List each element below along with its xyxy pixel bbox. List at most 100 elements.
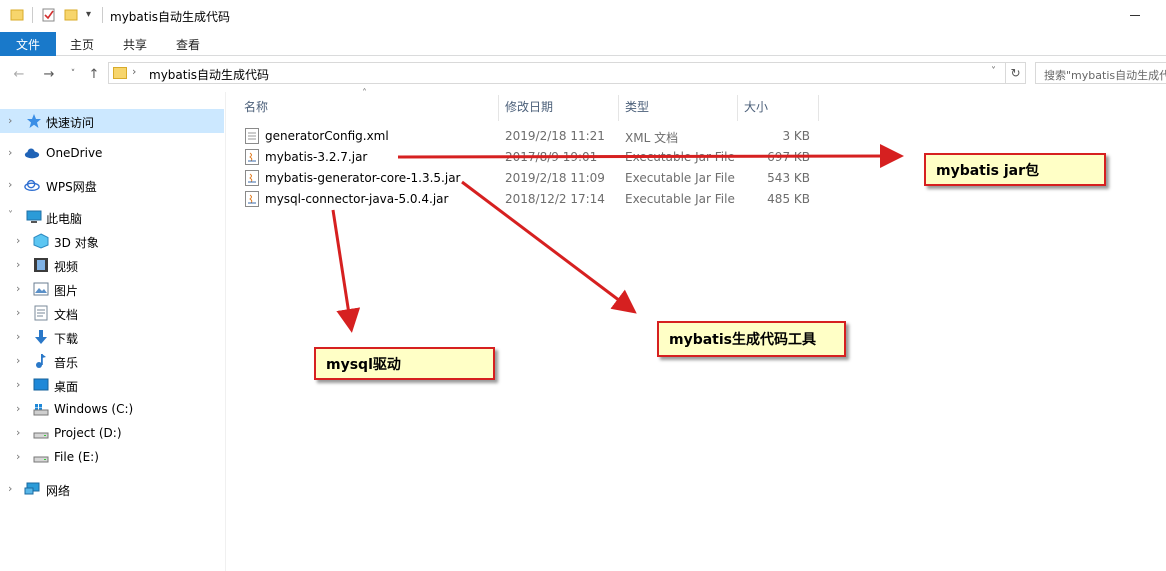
nav-item-videos[interactable]: › 视频 — [0, 253, 224, 277]
nav-item-3d-objects[interactable]: › 3D 对象 — [0, 229, 224, 253]
tab-view[interactable]: 查看 — [176, 32, 200, 56]
computer-icon — [26, 210, 42, 223]
nav-item-wps[interactable]: › WPS网盘 — [0, 173, 224, 197]
desktop-icon — [33, 378, 49, 391]
expand-chevron-icon[interactable]: › — [16, 306, 20, 319]
column-divider[interactable] — [737, 95, 738, 121]
column-header-name[interactable]: 名称 — [244, 95, 268, 117]
network-icon — [24, 482, 40, 495]
file-size: 3 KB — [782, 129, 810, 143]
expand-chevron-icon[interactable]: › — [8, 482, 12, 495]
file-size: 697 KB — [767, 150, 810, 164]
nav-item-desktop[interactable]: › 桌面 — [0, 373, 224, 397]
expand-chevron-icon[interactable]: › — [16, 258, 20, 271]
customize-toolbar-dropdown-icon[interactable]: ▾ — [86, 9, 91, 20]
windows-drive-icon — [33, 404, 49, 416]
file-modified: 2019/2/18 11:09 — [505, 171, 605, 185]
refresh-button[interactable]: ↻ — [1006, 62, 1026, 84]
minimize-button[interactable] — [1128, 8, 1142, 22]
column-divider[interactable] — [818, 95, 819, 121]
divider — [32, 7, 33, 23]
jar-file-icon — [245, 170, 259, 186]
expand-chevron-icon[interactable]: › — [16, 354, 20, 367]
column-header-modified[interactable]: 修改日期 — [505, 95, 553, 117]
cloud-icon — [24, 148, 40, 159]
drive-icon — [33, 432, 49, 439]
expand-chevron-icon[interactable]: › — [16, 426, 20, 439]
arrow-to-driver-callout — [331, 209, 361, 333]
arrow-left-icon: ← — [13, 66, 25, 82]
expand-chevron-icon[interactable]: › — [16, 234, 20, 247]
nav-item-documents[interactable]: › 文档 — [0, 301, 224, 325]
file-row[interactable]: mysql-connector-java-5.0.4.jar 2018/12/2… — [240, 189, 820, 210]
drive-icon — [33, 456, 49, 463]
star-icon — [27, 114, 41, 128]
arrow-right-icon: → — [43, 66, 55, 82]
film-icon — [34, 258, 48, 272]
navigation-pane: › 快速访问 › OneDrive › WPS网盘 ˅ 此电脑 › 3D 对象 … — [0, 92, 226, 571]
file-name: generatorConfig.xml — [265, 129, 389, 143]
back-button[interactable]: ← — [10, 65, 28, 83]
nav-item-drive-d[interactable]: › Project (D:) — [0, 421, 224, 445]
nav-item-this-pc[interactable]: ˅ 此电脑 — [0, 205, 224, 229]
tab-file[interactable]: 文件 — [0, 32, 56, 56]
minimize-icon — [1130, 15, 1140, 16]
column-header-size[interactable]: 大小 — [744, 95, 768, 117]
nav-item-music[interactable]: › 音乐 — [0, 349, 224, 373]
address-dropdown-icon[interactable]: ˅ — [991, 66, 996, 77]
file-name: mybatis-3.2.7.jar — [265, 150, 368, 164]
nav-label: 视频 — [54, 260, 79, 274]
nav-item-pictures[interactable]: › 图片 — [0, 277, 224, 301]
up-button[interactable]: ↑ — [85, 65, 103, 83]
expand-chevron-icon[interactable]: › — [8, 178, 12, 191]
title-bar: ▾ mybatis自动生成代码 — [0, 0, 1166, 32]
file-modified: 2017/8/9 19:01 — [505, 150, 598, 164]
column-header-type[interactable]: 类型 — [625, 95, 649, 117]
cube-icon — [33, 233, 49, 249]
address-row: ← → ˅ ↑ › mybatis自动生成代码 ˅ ↻ 搜索"mybatis自动… — [0, 57, 1166, 91]
expand-chevron-icon[interactable]: › — [16, 378, 20, 391]
expand-chevron-icon[interactable]: › — [16, 282, 20, 295]
expand-chevron-icon[interactable]: › — [8, 146, 12, 159]
collapse-chevron-icon[interactable]: ˅ — [8, 210, 13, 221]
nav-label: 此电脑 — [46, 212, 83, 226]
tab-home[interactable]: 主页 — [70, 32, 94, 56]
nav-item-onedrive[interactable]: › OneDrive — [0, 141, 224, 165]
expand-chevron-icon[interactable]: › — [8, 114, 12, 127]
column-divider[interactable] — [498, 95, 499, 121]
ribbon-tabs: 文件 主页 共享 查看 — [0, 32, 1166, 56]
expand-chevron-icon[interactable]: › — [16, 330, 20, 343]
breadcrumb-chevron-icon[interactable]: › — [132, 65, 136, 78]
address-bar[interactable]: › mybatis自动生成代码 ˅ — [108, 62, 1006, 84]
forward-button[interactable]: → — [40, 65, 58, 83]
document-icon — [34, 305, 48, 321]
address-path[interactable]: mybatis自动生成代码 — [149, 66, 269, 83]
new-folder-icon[interactable] — [64, 8, 78, 22]
file-size: 485 KB — [767, 192, 810, 206]
tab-share[interactable]: 共享 — [123, 32, 147, 56]
folder-icon — [113, 67, 127, 79]
expand-chevron-icon[interactable]: › — [16, 450, 20, 463]
nav-item-network[interactable]: › 网络 — [0, 477, 224, 501]
callout-mysql-driver: mysql驱动 — [314, 347, 495, 380]
nav-label: Windows (C:) — [54, 402, 134, 416]
divider — [102, 7, 103, 23]
search-input[interactable]: 搜索"mybatis自动生成代码" — [1035, 62, 1166, 84]
file-row[interactable]: mybatis-generator-core-1.3.5.jar 2019/2/… — [240, 168, 820, 189]
expand-chevron-icon[interactable]: › — [16, 402, 20, 415]
file-row[interactable]: mybatis-3.2.7.jar 2017/8/9 19:01 Executa… — [240, 147, 820, 168]
callout-generator-tool: mybatis生成代码工具 — [657, 321, 846, 357]
recent-locations-button[interactable]: ˅ — [64, 65, 82, 83]
nav-item-quick-access[interactable]: › 快速访问 — [0, 109, 224, 133]
column-divider[interactable] — [618, 95, 619, 121]
picture-icon — [33, 282, 49, 296]
nav-item-drive-c[interactable]: › Windows (C:) — [0, 397, 224, 421]
properties-icon[interactable] — [42, 8, 56, 22]
nav-item-downloads[interactable]: › 下载 — [0, 325, 224, 349]
xml-file-icon — [245, 128, 259, 144]
nav-item-drive-e[interactable]: › File (E:) — [0, 445, 224, 469]
file-type: Executable Jar File — [625, 171, 735, 185]
file-type: Executable Jar File — [625, 192, 735, 206]
file-row[interactable]: generatorConfig.xml 2019/2/18 11:21 XML … — [240, 126, 820, 147]
file-modified: 2018/12/2 17:14 — [505, 192, 605, 206]
